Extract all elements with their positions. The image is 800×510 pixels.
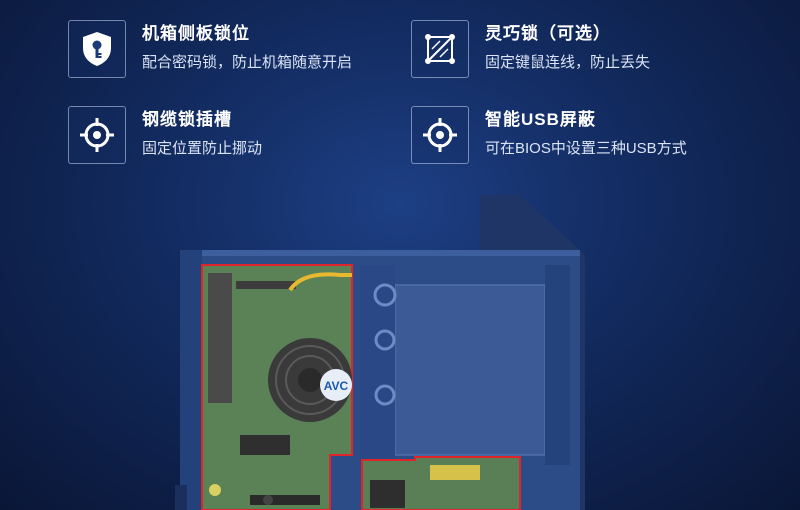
feature-title: 钢缆锁插槽 [142,110,232,129]
feature-title: 灵巧锁（可选） [485,24,611,43]
lock-frame-icon [411,20,469,78]
feature-usb-shield: 智能USB屏蔽 可在BIOS中设置三种USB方式 [411,106,687,164]
feature-desc: 固定位置防止挪动 [142,140,263,157]
feature-desc: 固定键鼠连线，防止丢失 [485,54,651,71]
key-shield-icon [68,20,126,78]
avc-label: AVC [324,379,349,393]
feature-title: 智能USB屏蔽 [485,110,596,129]
feature-desc: 可在BIOS中设置三种USB方式 [485,140,687,157]
feature-desc: 配合密码锁，防止机箱随意开启 [142,54,353,71]
crosshair-icon [411,106,469,164]
feature-case-lock: 机箱侧板锁位 配合密码锁，防止机箱随意开启 [68,20,352,78]
feature-title: 机箱侧板锁位 [142,24,250,43]
feature-smart-lock: 灵巧锁（可选） 固定键鼠连线，防止丢失 [411,20,650,78]
feature-cable-lock-slot: 钢缆锁插槽 固定位置防止挪动 [68,106,262,164]
crosshair-icon [68,106,126,164]
pc-chassis-illustration: AVC [175,195,585,510]
optical-drive-bay [394,284,546,456]
